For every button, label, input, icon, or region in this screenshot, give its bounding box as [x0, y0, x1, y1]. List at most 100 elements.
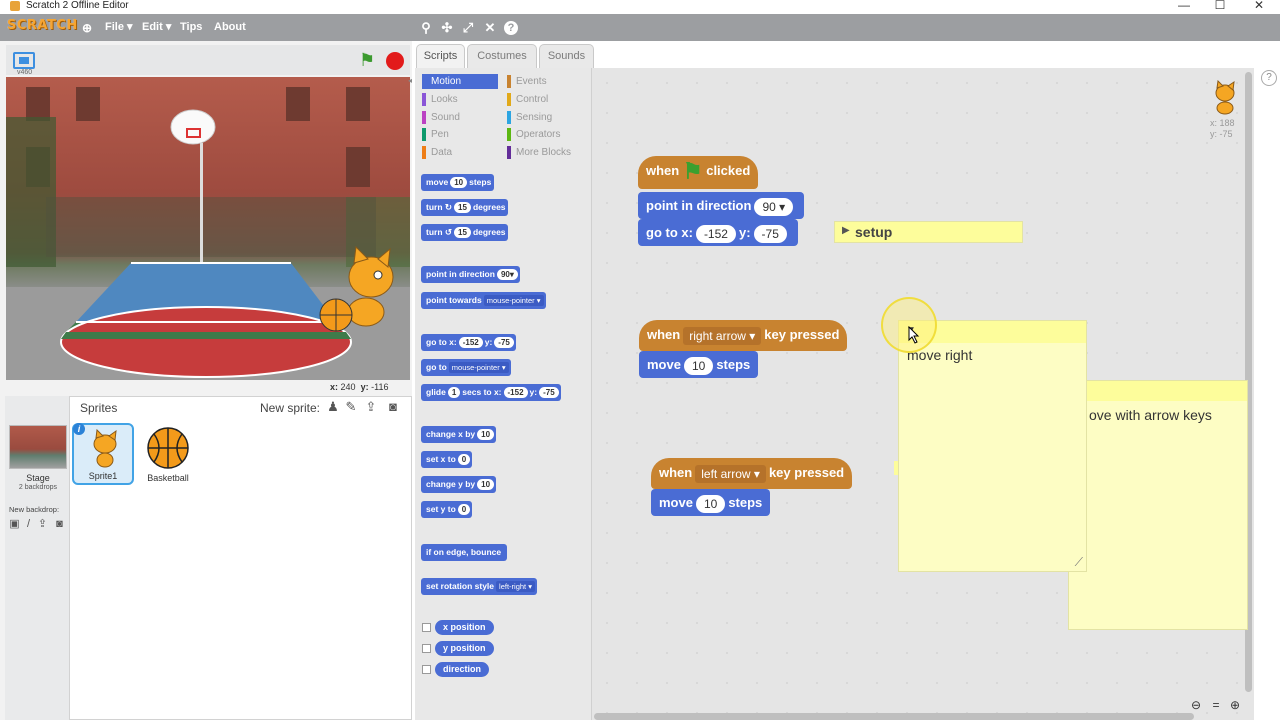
category-sound[interactable]: Sound — [422, 110, 498, 125]
when-left-arrow-key-pressed-hat[interactable]: when left arrow ▾ key pressed — [651, 458, 853, 489]
rotate-cw-icon: ↻ — [444, 202, 453, 212]
category-data[interactable]: Data — [422, 145, 498, 160]
palette-set-x-block[interactable]: set x to 0 — [421, 451, 473, 468]
sprite-tile-basketball[interactable]: Basketball — [137, 423, 199, 485]
stage-canvas[interactable] — [6, 77, 410, 380]
comment-connector — [894, 461, 898, 475]
point-in-direction-block[interactable]: point in direction 90 ▾ — [638, 192, 805, 219]
palette-point-towards-block[interactable]: point towards mouse-pointer ▾ — [421, 292, 546, 309]
tab-sounds[interactable]: Sounds — [539, 44, 594, 68]
app-icon — [10, 1, 20, 11]
go-to-xy-block[interactable]: go to x: -152 y: -75 — [638, 219, 798, 246]
maximize-button[interactable]: ☐ — [1211, 0, 1229, 12]
tab-costumes[interactable]: Costumes — [467, 44, 537, 68]
palette-set-y-block[interactable]: set y to 0 — [421, 501, 473, 518]
mouse-coordinates: x: 240 y: -116 — [330, 382, 389, 392]
palette-change-x-block[interactable]: change x by 10 — [421, 426, 497, 443]
palette-rotation-style-block[interactable]: set rotation style left-right ▾ — [421, 578, 537, 595]
backdrop-library-icon[interactable]: ▣ — [8, 518, 21, 531]
y-position-checkbox[interactable] — [422, 644, 431, 653]
paint-backdrop-icon[interactable]: / — [22, 518, 35, 531]
arrow-keys-comment[interactable]: ove with arrow keys — [1068, 380, 1248, 630]
palette-glide-block[interactable]: glide 1 secs to x: -152 y: -75 — [421, 384, 561, 401]
zoom-reset-icon[interactable]: = — [1208, 697, 1224, 713]
stage-thumbnail[interactable] — [9, 425, 67, 469]
category-events[interactable]: Events — [507, 74, 583, 89]
palette-y-position-reporter[interactable]: y position — [435, 641, 494, 656]
menu-file[interactable]: File ▾ — [105, 20, 133, 34]
mouse-pointer-icon — [908, 326, 920, 344]
stop-sign-icon[interactable] — [386, 52, 404, 70]
category-motion[interactable]: Motion — [422, 74, 498, 89]
resize-handle-icon: ⟋ — [1074, 555, 1083, 569]
direction-checkbox[interactable] — [422, 665, 431, 674]
expand-comment-icon: ▶ — [842, 225, 850, 236]
when-right-arrow-key-pressed-hat[interactable]: when right arrow ▾ key pressed — [639, 320, 848, 351]
tab-scripts[interactable]: Scripts — [416, 44, 465, 68]
collapse-stage-icon[interactable]: ◂ — [408, 76, 412, 85]
sprite-name: Sprite1 — [88, 471, 118, 481]
menu-tips[interactable]: Tips — [180, 20, 202, 34]
title-bar: Scratch 2 Offline Editor — ☐ ✕ — [0, 0, 1280, 14]
presentation-mode-icon[interactable] — [13, 52, 35, 69]
backdrop-camera-icon[interactable]: ◙ — [53, 518, 66, 531]
upload-sprite-icon[interactable]: ⇪ — [363, 399, 379, 415]
category-sensing[interactable]: Sensing — [507, 110, 583, 125]
green-flag-icon[interactable]: ⚑ — [359, 50, 379, 70]
grow-tool-icon[interactable]: ⤢ — [460, 20, 476, 36]
category-more-blocks[interactable]: More Blocks — [507, 145, 587, 160]
palette-turn-ccw-block[interactable]: turn ↺ 15 degrees — [421, 224, 508, 241]
sprite-info-icon[interactable]: i — [73, 423, 85, 435]
x-position-checkbox[interactable] — [422, 623, 431, 632]
menu-bar: SCRATCH ⊕ File ▾ Edit ▾ Tips About ⚲ ✣ ⤢… — [0, 14, 1280, 41]
paint-new-sprite-icon[interactable]: ✎ — [343, 399, 359, 415]
camera-icon[interactable]: ◙ — [385, 399, 401, 415]
green-flag-icon: ⚑ — [682, 158, 703, 184]
palette-move-block[interactable]: move 10 steps — [421, 174, 494, 191]
category-control[interactable]: Control — [507, 92, 583, 107]
category-looks[interactable]: Looks — [422, 92, 498, 107]
horizontal-scrollbar[interactable] — [594, 713, 1194, 720]
scratch-logo[interactable]: SCRATCH — [7, 18, 77, 36]
stage-header — [6, 45, 410, 75]
move-steps-block[interactable]: move 10 steps — [639, 351, 759, 378]
globe-icon[interactable]: ⊕ — [79, 20, 95, 36]
palette-bounce-block[interactable]: if on edge, bounce — [421, 544, 508, 561]
version-label: v460 — [17, 69, 33, 76]
delete-tool-icon[interactable]: ✣ — [439, 20, 455, 36]
shrink-tool-icon[interactable]: ✕ — [482, 20, 498, 36]
palette-direction-reporter[interactable]: direction — [435, 662, 490, 677]
menu-about[interactable]: About — [214, 20, 246, 34]
help-tool-icon[interactable]: ? — [504, 21, 518, 35]
current-sprite-thumbnail-icon — [1215, 80, 1235, 115]
duplicate-tool-icon[interactable]: ⚲ — [418, 20, 434, 36]
setup-comment[interactable]: ▶ setup — [834, 221, 1023, 243]
when-flag-clicked-hat[interactable]: when ⚑ clicked — [638, 156, 759, 189]
palette-x-position-reporter[interactable]: x position — [435, 620, 494, 635]
zoom-in-icon[interactable]: ⊕ — [1227, 697, 1243, 713]
palette-point-direction-block[interactable]: point in direction 90▾ — [421, 266, 520, 283]
stage-backdrop-image — [6, 87, 410, 380]
zoom-out-icon[interactable]: ⊖ — [1188, 697, 1204, 713]
sprite-position: x: 188 y: -75 — [1210, 118, 1235, 139]
stage-label: Stage — [26, 473, 50, 483]
minimize-button[interactable]: — — [1175, 0, 1193, 12]
sprites-title: Sprites — [80, 401, 118, 415]
palette-change-y-block[interactable]: change y by 10 — [421, 476, 497, 493]
choose-sprite-library-icon[interactable]: ♟ — [325, 399, 341, 415]
category-operators[interactable]: Operators — [507, 127, 583, 142]
close-button[interactable]: ✕ — [1250, 0, 1268, 12]
rotate-ccw-icon: ↺ — [444, 227, 453, 237]
menu-edit[interactable]: Edit ▾ — [142, 20, 171, 34]
stage-backdrop-count: 2 backdrops — [18, 484, 58, 491]
upload-backdrop-icon[interactable]: ⇪ — [36, 518, 49, 531]
help-icon[interactable]: ? — [1261, 70, 1277, 86]
basketball-icon — [147, 427, 189, 469]
palette-goto-xy-block[interactable]: go to x: -152 y: -75 — [421, 334, 516, 351]
palette-turn-cw-block[interactable]: turn ↻ 15 degrees — [421, 199, 508, 216]
category-pen[interactable]: Pen — [422, 127, 498, 142]
move-right-comment[interactable]: move right ⟋ — [898, 320, 1087, 572]
window-title: Scratch 2 Offline Editor — [26, 0, 129, 11]
move-steps-block[interactable]: move 10 steps — [651, 489, 771, 516]
palette-goto-block[interactable]: go to mouse-pointer ▾ — [421, 359, 511, 376]
